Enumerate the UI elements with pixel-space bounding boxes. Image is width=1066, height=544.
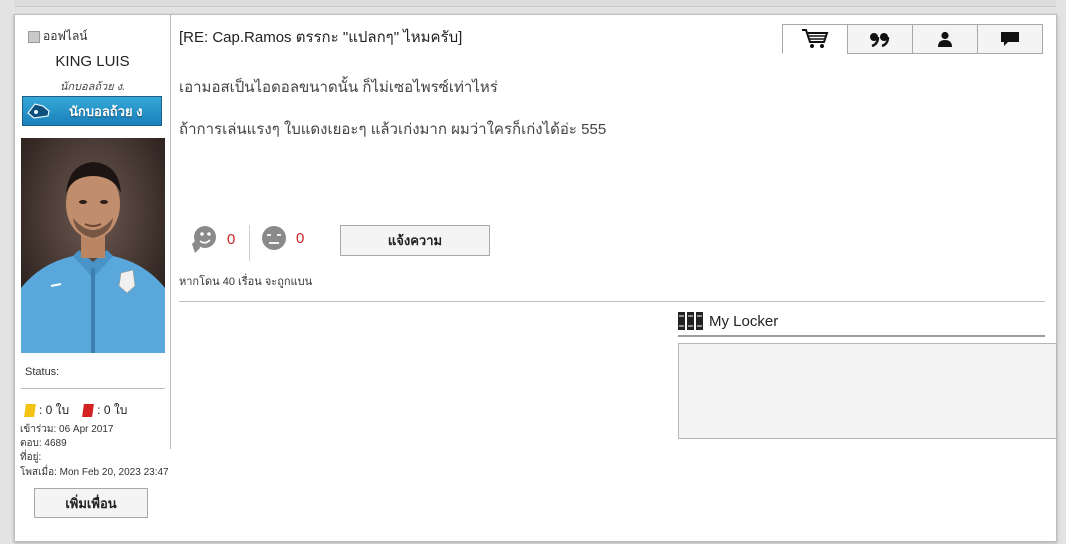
rank-badge-label: นักบอลถ้วย ง	[69, 103, 143, 119]
cart-icon	[802, 29, 829, 48]
vote-divider	[249, 225, 250, 261]
red-card-icon	[82, 404, 95, 417]
red-card-count: : 0 ใบ	[97, 403, 128, 417]
like-button[interactable]: 0	[189, 224, 235, 254]
dislike-face-icon	[262, 226, 286, 250]
message-button[interactable]	[977, 24, 1043, 54]
card-stats: : 0 ใบ : 0 ใบ	[24, 401, 128, 420]
user-rank: นักบอลถ้วย ง.	[59, 81, 126, 93]
divider	[21, 388, 165, 389]
online-status: ออฟไลน์	[28, 27, 88, 46]
username[interactable]: KING LUIS	[15, 53, 170, 70]
quote-button[interactable]	[847, 24, 913, 54]
dislike-button[interactable]: 0	[260, 224, 304, 252]
rank-badge: นักบอลถ้วย ง	[22, 96, 162, 126]
post-card: ออฟไลน์ KING LUIS นักบอลถ้วย ง. นักบอลถ้…	[14, 14, 1057, 542]
post-actions	[782, 24, 1046, 54]
locker-title: My Locker	[709, 312, 779, 330]
joined-date: เข้าร่วม: 06 Apr 2017	[20, 424, 114, 435]
dislike-count: 0	[296, 229, 305, 247]
posted-time: โพสเมื่อ: Mon Feb 20, 2023 23:47	[20, 467, 169, 478]
quote-icon	[870, 33, 890, 47]
locker-header: My Locker	[678, 312, 778, 330]
offline-icon	[28, 30, 40, 43]
profile-icon	[938, 31, 952, 47]
divider	[179, 301, 1045, 302]
avatar	[21, 138, 165, 353]
like-count: 0	[227, 230, 236, 248]
yellow-card-count: : 0 ใบ	[39, 403, 70, 417]
post-line-2: ถ้าการเล่นแรงๆ ใบแดงเยอะๆ แล้วเก่งมาก ผม…	[179, 121, 607, 138]
locker-divider	[678, 335, 1045, 337]
cart-button[interactable]	[782, 24, 848, 54]
ban-note: หากโดน 40 เรื่อน จะถูกแบน	[179, 276, 313, 288]
online-status-label: ออฟไลน์	[43, 29, 88, 43]
user-panel: ออฟไลน์ KING LUIS นักบอลถ้วย ง. นักบอลถ้…	[15, 15, 171, 478]
reply-count: ตอบ: 4689	[20, 438, 67, 449]
profile-button[interactable]	[912, 24, 978, 54]
yellow-card-icon	[24, 404, 36, 417]
add-friend-button[interactable]: เพิ่มเพื่อน	[34, 488, 148, 518]
status-label: Status:	[25, 366, 60, 378]
bookshelf-icon	[678, 312, 703, 330]
post-title: [RE: Cap.Ramos ตรรกะ "แปลกๆ" ไหมครับ]	[179, 29, 463, 46]
top-bar	[14, 0, 1056, 7]
location: ที่อยู่:	[20, 452, 42, 463]
report-button[interactable]: แจ้งความ	[340, 225, 490, 256]
football-boot-icon	[23, 96, 55, 126]
like-face-icon	[192, 226, 216, 253]
post-line-1: เอามอสเป็นไอดอลขนาดนั้น ก็ไม่เซอไพรซ์เท่…	[179, 79, 498, 96]
message-icon	[1001, 32, 1019, 46]
locker-content	[678, 343, 1057, 439]
